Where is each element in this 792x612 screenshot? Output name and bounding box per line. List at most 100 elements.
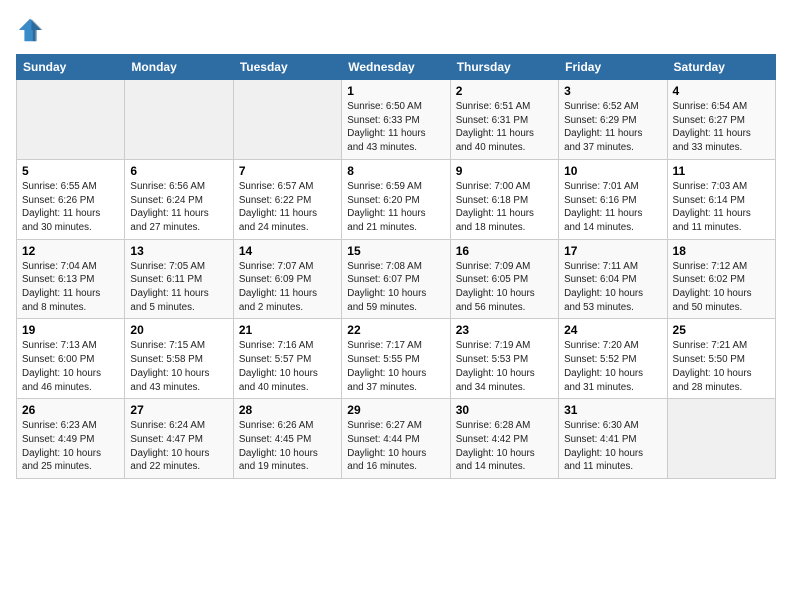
day-number: 18 (673, 244, 770, 258)
weekday-tuesday: Tuesday (233, 55, 341, 80)
calendar-cell: 30 Sunrise: 6:28 AM Sunset: 4:42 PM Dayli… (450, 399, 558, 479)
calendar-week-2: 5 Sunrise: 6:55 AM Sunset: 6:26 PM Daylig… (17, 159, 776, 239)
calendar-cell: 6 Sunrise: 6:56 AM Sunset: 6:24 PM Daylig… (125, 159, 233, 239)
calendar-cell: 18 Sunrise: 7:12 AM Sunset: 6:02 PM Dayli… (667, 239, 775, 319)
day-info: Sunrise: 6:54 AM Sunset: 6:27 PM Dayligh… (673, 100, 770, 155)
day-number: 31 (564, 403, 661, 417)
calendar-cell: 1 Sunrise: 6:50 AM Sunset: 6:33 PM Daylig… (342, 80, 450, 160)
calendar-cell: 9 Sunrise: 7:00 AM Sunset: 6:18 PM Daylig… (450, 159, 558, 239)
calendar-cell: 17Sunrise: 7:11 AM Sunset: 6:04 PM Dayli… (559, 239, 667, 319)
day-info: Sunrise: 7:19 AM Sunset: 5:53 PM Dayligh… (456, 339, 553, 394)
calendar-cell: 4 Sunrise: 6:54 AM Sunset: 6:27 PM Daylig… (667, 80, 775, 160)
day-number: 6 (130, 164, 227, 178)
calendar-table: SundayMondayTuesdayWednesdayThursdayFrid… (16, 54, 776, 479)
calendar-cell: 19Sunrise: 7:13 AM Sunset: 6:00 PM Dayli… (17, 319, 125, 399)
calendar-cell: 16 Sunrise: 7:09 AM Sunset: 6:05 PM Dayli… (450, 239, 558, 319)
calendar-week-4: 19Sunrise: 7:13 AM Sunset: 6:00 PM Dayli… (17, 319, 776, 399)
calendar-cell: 20Sunrise: 7:15 AM Sunset: 5:58 PM Dayli… (125, 319, 233, 399)
day-number: 16 (456, 244, 553, 258)
day-number: 30 (456, 403, 553, 417)
calendar-cell: 11Sunrise: 7:03 AM Sunset: 6:14 PM Dayli… (667, 159, 775, 239)
day-info: Sunrise: 7:12 AM Sunset: 6:02 PM Dayligh… (673, 260, 770, 315)
day-info: Sunrise: 7:05 AM Sunset: 6:11 PM Dayligh… (130, 260, 227, 315)
day-info: Sunrise: 7:08 AM Sunset: 6:07 PM Dayligh… (347, 260, 444, 315)
weekday-saturday: Saturday (667, 55, 775, 80)
day-info: Sunrise: 6:55 AM Sunset: 6:26 PM Dayligh… (22, 180, 119, 235)
calendar-cell: 22Sunrise: 7:17 AM Sunset: 5:55 PM Dayli… (342, 319, 450, 399)
day-info: Sunrise: 7:00 AM Sunset: 6:18 PM Dayligh… (456, 180, 553, 235)
calendar-cell: 15Sunrise: 7:08 AM Sunset: 6:07 PM Dayli… (342, 239, 450, 319)
calendar-cell: 27Sunrise: 6:24 AM Sunset: 4:47 PM Dayli… (125, 399, 233, 479)
day-number: 27 (130, 403, 227, 417)
calendar-body: 1 Sunrise: 6:50 AM Sunset: 6:33 PM Daylig… (17, 80, 776, 479)
day-number: 2 (456, 84, 553, 98)
day-info: Sunrise: 7:01 AM Sunset: 6:16 PM Dayligh… (564, 180, 661, 235)
calendar-cell (233, 80, 341, 160)
calendar-cell (125, 80, 233, 160)
day-info: Sunrise: 7:21 AM Sunset: 5:50 PM Dayligh… (673, 339, 770, 394)
calendar-cell (667, 399, 775, 479)
day-number: 17 (564, 244, 661, 258)
day-number: 11 (673, 164, 770, 178)
day-info: Sunrise: 6:56 AM Sunset: 6:24 PM Dayligh… (130, 180, 227, 235)
calendar-cell: 31 Sunrise: 6:30 AM Sunset: 4:41 PM Dayli… (559, 399, 667, 479)
day-info: Sunrise: 6:50 AM Sunset: 6:33 PM Dayligh… (347, 100, 444, 155)
day-number: 13 (130, 244, 227, 258)
day-number: 8 (347, 164, 444, 178)
weekday-sunday: Sunday (17, 55, 125, 80)
weekday-friday: Friday (559, 55, 667, 80)
calendar-cell: 24Sunrise: 7:20 AM Sunset: 5:52 PM Dayli… (559, 319, 667, 399)
day-info: Sunrise: 7:16 AM Sunset: 5:57 PM Dayligh… (239, 339, 336, 394)
day-number: 1 (347, 84, 444, 98)
calendar-cell: 23 Sunrise: 7:19 AM Sunset: 5:53 PM Dayli… (450, 319, 558, 399)
day-info: Sunrise: 6:28 AM Sunset: 4:42 PM Dayligh… (456, 419, 553, 474)
calendar-cell: 26Sunrise: 6:23 AM Sunset: 4:49 PM Dayli… (17, 399, 125, 479)
day-info: Sunrise: 6:23 AM Sunset: 4:49 PM Dayligh… (22, 419, 119, 474)
weekday-wednesday: Wednesday (342, 55, 450, 80)
day-info: Sunrise: 6:27 AM Sunset: 4:44 PM Dayligh… (347, 419, 444, 474)
day-number: 28 (239, 403, 336, 417)
calendar-cell: 29 Sunrise: 6:27 AM Sunset: 4:44 PM Dayli… (342, 399, 450, 479)
calendar-cell: 10 Sunrise: 7:01 AM Sunset: 6:16 PM Dayli… (559, 159, 667, 239)
calendar-cell: 3 Sunrise: 6:52 AM Sunset: 6:29 PM Daylig… (559, 80, 667, 160)
day-number: 25 (673, 323, 770, 337)
calendar-cell: 25 Sunrise: 7:21 AM Sunset: 5:50 PM Dayli… (667, 319, 775, 399)
calendar-cell: 12Sunrise: 7:04 AM Sunset: 6:13 PM Dayli… (17, 239, 125, 319)
day-info: Sunrise: 7:07 AM Sunset: 6:09 PM Dayligh… (239, 260, 336, 315)
day-info: Sunrise: 6:52 AM Sunset: 6:29 PM Dayligh… (564, 100, 661, 155)
day-number: 29 (347, 403, 444, 417)
day-number: 24 (564, 323, 661, 337)
calendar-cell: 8 Sunrise: 6:59 AM Sunset: 6:20 PM Daylig… (342, 159, 450, 239)
logo (16, 16, 46, 44)
day-number: 3 (564, 84, 661, 98)
day-number: 4 (673, 84, 770, 98)
calendar-cell: 28Sunrise: 6:26 AM Sunset: 4:45 PM Dayli… (233, 399, 341, 479)
calendar-header: SundayMondayTuesdayWednesdayThursdayFrid… (17, 55, 776, 80)
day-info: Sunrise: 7:04 AM Sunset: 6:13 PM Dayligh… (22, 260, 119, 315)
day-info: Sunrise: 7:13 AM Sunset: 6:00 PM Dayligh… (22, 339, 119, 394)
calendar-week-3: 12Sunrise: 7:04 AM Sunset: 6:13 PM Dayli… (17, 239, 776, 319)
day-info: Sunrise: 6:59 AM Sunset: 6:20 PM Dayligh… (347, 180, 444, 235)
calendar-week-1: 1 Sunrise: 6:50 AM Sunset: 6:33 PM Daylig… (17, 80, 776, 160)
day-number: 9 (456, 164, 553, 178)
day-number: 21 (239, 323, 336, 337)
calendar-cell: 21 Sunrise: 7:16 AM Sunset: 5:57 PM Dayli… (233, 319, 341, 399)
logo-icon (16, 16, 44, 44)
weekday-thursday: Thursday (450, 55, 558, 80)
day-number: 20 (130, 323, 227, 337)
day-info: Sunrise: 7:09 AM Sunset: 6:05 PM Dayligh… (456, 260, 553, 315)
day-number: 14 (239, 244, 336, 258)
page-header (16, 16, 776, 44)
day-number: 23 (456, 323, 553, 337)
calendar-cell: 14 Sunrise: 7:07 AM Sunset: 6:09 PM Dayli… (233, 239, 341, 319)
calendar-cell: 13 Sunrise: 7:05 AM Sunset: 6:11 PM Dayli… (125, 239, 233, 319)
calendar-cell: 2 Sunrise: 6:51 AM Sunset: 6:31 PM Daylig… (450, 80, 558, 160)
day-info: Sunrise: 6:30 AM Sunset: 4:41 PM Dayligh… (564, 419, 661, 474)
day-number: 10 (564, 164, 661, 178)
weekday-monday: Monday (125, 55, 233, 80)
day-info: Sunrise: 7:17 AM Sunset: 5:55 PM Dayligh… (347, 339, 444, 394)
day-info: Sunrise: 6:57 AM Sunset: 6:22 PM Dayligh… (239, 180, 336, 235)
calendar-week-5: 26Sunrise: 6:23 AM Sunset: 4:49 PM Dayli… (17, 399, 776, 479)
day-info: Sunrise: 6:51 AM Sunset: 6:31 PM Dayligh… (456, 100, 553, 155)
day-number: 5 (22, 164, 119, 178)
